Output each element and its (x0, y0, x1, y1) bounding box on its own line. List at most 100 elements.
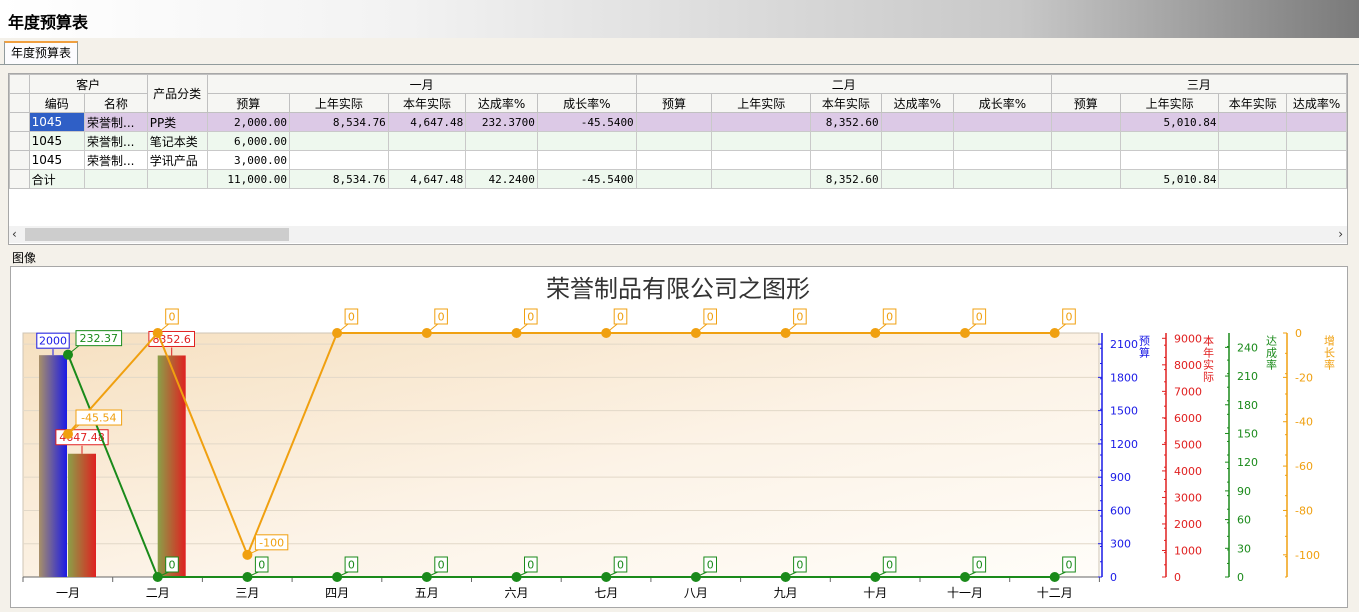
row-selector[interactable] (9, 112, 30, 132)
cell-value[interactable] (880, 112, 955, 132)
cell-value[interactable] (635, 150, 713, 170)
cell-value[interactable]: 8,352.60 (810, 112, 882, 132)
cell-value[interactable] (953, 131, 1052, 151)
cell-value[interactable] (387, 150, 467, 170)
cell-value[interactable]: 42.2400 (465, 169, 538, 189)
cell-value[interactable] (288, 150, 389, 170)
cell-value[interactable] (288, 131, 389, 151)
row-selector[interactable] (9, 131, 30, 151)
data-label: 0 (438, 559, 445, 572)
scroll-thumb[interactable] (25, 228, 289, 241)
cell-value[interactable]: -45.5400 (536, 169, 637, 189)
data-label: 0 (707, 311, 714, 324)
data-label: 0 (796, 559, 803, 572)
header-this-year-actual: 本年实际 (810, 93, 882, 113)
tab-annual-budget[interactable]: 年度预算表 (4, 41, 78, 64)
cell-value[interactable] (810, 131, 882, 151)
cell-value[interactable] (1218, 131, 1288, 151)
cell-value[interactable] (635, 169, 713, 189)
image-panel-label: 图像 (12, 251, 37, 265)
scroll-right-icon[interactable]: › (1338, 226, 1343, 243)
cell-value[interactable] (536, 150, 637, 170)
cell-value[interactable] (635, 131, 713, 151)
header-last-year-actual: 上年实际 (288, 93, 389, 113)
data-label: 0 (169, 559, 176, 572)
cell-value[interactable] (635, 112, 713, 132)
cell-value[interactable]: 2,000.00 (206, 112, 290, 132)
cell-value[interactable]: -45.5400 (536, 112, 637, 132)
cell-value[interactable] (711, 131, 812, 151)
budget-table: 客户 产品分类 一月 二月 三月 编码 名称 预算 上年实际 本年实际 达成率%… (9, 74, 1347, 189)
table-row[interactable]: 1045 荣誉制... PP类 2,000.00 8,534.76 4,647.48 232… (9, 112, 1347, 132)
axis-tick-label: -80 (1295, 504, 1313, 517)
cell-value[interactable] (810, 150, 882, 170)
cell-value[interactable]: 8,534.76 (288, 169, 389, 189)
cell-name[interactable]: 荣誉制... (84, 150, 148, 170)
header-name: 名称 (84, 93, 148, 113)
header-budget: 预算 (206, 93, 290, 113)
window-title: 年度预算表 (8, 13, 89, 32)
cell-value[interactable]: 3,000.00 (206, 150, 290, 170)
cell-value[interactable]: 11,000.00 (206, 169, 290, 189)
cell-value[interactable]: 4,647.48 (387, 112, 467, 132)
cell-category[interactable]: 学讯产品 (146, 150, 208, 170)
cell-value[interactable] (1286, 131, 1347, 151)
cell-value[interactable] (1050, 131, 1121, 151)
scroll-left-icon[interactable]: ‹ (12, 226, 17, 243)
cell-name[interactable]: 荣誉制... (84, 112, 148, 132)
cell-value[interactable] (1119, 131, 1220, 151)
cell-name[interactable]: 荣誉制... (84, 131, 148, 151)
cell-value[interactable] (711, 112, 812, 132)
cell-value[interactable]: 8,352.60 (810, 169, 882, 189)
cell-value[interactable] (880, 169, 955, 189)
cell-value[interactable] (387, 131, 467, 151)
cell-value[interactable] (880, 150, 955, 170)
cell-value[interactable] (465, 131, 538, 151)
cell-value[interactable] (1218, 150, 1288, 170)
cell-code[interactable]: 1045 (28, 131, 86, 151)
cell-code[interactable]: 1045 (28, 112, 86, 132)
axis-tick-label: 3000 (1174, 491, 1202, 504)
cell-value[interactable] (1286, 112, 1347, 132)
cell-value[interactable] (1218, 169, 1288, 189)
cell-value[interactable] (1050, 169, 1121, 189)
cell-value[interactable] (1119, 150, 1220, 170)
cell-value[interactable] (1050, 112, 1121, 132)
cell-category[interactable]: PP类 (146, 112, 208, 132)
table-row[interactable]: 合计 11,000.00 8,534.76 4,647.48 42.2400 -45.54… (9, 169, 1347, 189)
cell-value[interactable]: 4,647.48 (387, 169, 467, 189)
cell-category[interactable] (146, 169, 208, 189)
cell-value[interactable] (1286, 150, 1347, 170)
axis-tick-label: 0 (1237, 571, 1244, 584)
table-row[interactable]: 1045 荣誉制... 笔记本类 6,000.00 (9, 131, 1347, 151)
x-tick-label: 一月 (56, 586, 80, 600)
cell-value[interactable]: 232.3700 (465, 112, 538, 132)
data-label: 0 (348, 311, 355, 324)
tab-strip: 年度预算表 (0, 38, 1359, 65)
cell-name[interactable] (84, 169, 148, 189)
axis-tick-label: 120 (1237, 456, 1258, 469)
cell-value[interactable]: 5,010.84 (1119, 169, 1220, 189)
cell-value[interactable] (465, 150, 538, 170)
row-selector[interactable] (9, 169, 30, 189)
cell-value[interactable] (880, 131, 955, 151)
row-selector[interactable] (9, 150, 30, 170)
cell-value[interactable] (953, 150, 1052, 170)
cell-value[interactable] (711, 150, 812, 170)
cell-value[interactable] (1286, 169, 1347, 189)
cell-value[interactable] (536, 131, 637, 151)
cell-code[interactable]: 1045 (28, 150, 86, 170)
cell-value[interactable]: 6,000.00 (206, 131, 290, 151)
header-last-year-actual: 上年实际 (1119, 93, 1220, 113)
cell-value[interactable] (1218, 112, 1288, 132)
cell-value[interactable] (953, 169, 1052, 189)
cell-category[interactable]: 笔记本类 (146, 131, 208, 151)
cell-code[interactable]: 合计 (28, 169, 86, 189)
cell-value[interactable] (953, 112, 1052, 132)
cell-value[interactable]: 5,010.84 (1119, 112, 1220, 132)
cell-value[interactable] (711, 169, 812, 189)
table-row[interactable]: 1045 荣誉制... 学讯产品 3,000.00 (9, 150, 1347, 170)
cell-value[interactable] (1050, 150, 1121, 170)
horizontal-scrollbar[interactable]: ‹ › (9, 226, 1347, 243)
cell-value[interactable]: 8,534.76 (288, 112, 389, 132)
